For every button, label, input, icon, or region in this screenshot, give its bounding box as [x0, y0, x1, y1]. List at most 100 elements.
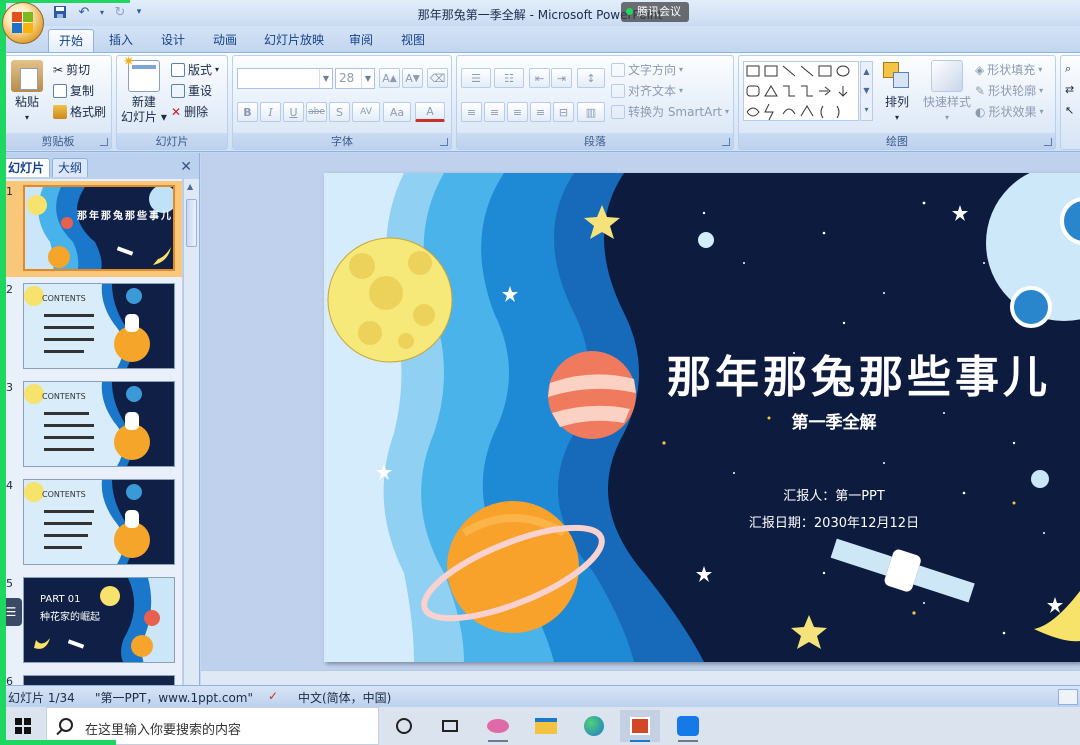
theme-name[interactable]: "第一PPT，www.1ppt.com"	[95, 689, 253, 706]
align-center-icon[interactable]: ≡	[484, 102, 505, 122]
arrange-button[interactable]: 排列 ▾	[879, 60, 915, 125]
align-text-button[interactable]: 对齐文本 ▾	[611, 82, 683, 99]
distribute-icon[interactable]: ⊟	[553, 102, 574, 122]
new-slide-button[interactable]: ✷ 新建 幻灯片 ▾	[121, 55, 167, 125]
close-icon[interactable]: ✕	[180, 159, 192, 175]
paste-button[interactable]: 粘贴 ▾	[11, 60, 43, 125]
spellcheck-icon[interactable]: ✓	[268, 689, 278, 703]
gallery-scroll[interactable]: ▲ ▼ ▾	[860, 61, 873, 121]
tab-animations[interactable]: 动画	[203, 29, 247, 52]
slide-date[interactable]: 汇报日期：2030年12月12日	[654, 512, 1014, 531]
clipboard-launcher-icon[interactable]	[100, 138, 108, 146]
justify-icon[interactable]: ≡	[530, 102, 551, 122]
columns-icon[interactable]: ▥	[577, 102, 605, 122]
file-explorer-icon[interactable]	[526, 710, 566, 742]
app-icon[interactable]	[478, 710, 518, 742]
slide-subtitle[interactable]: 第一季全解	[654, 408, 1014, 433]
search-placeholder: 在这里输入你要搜索的内容	[85, 723, 242, 738]
tab-slideshow[interactable]: 幻灯片放映	[254, 29, 334, 52]
change-case-button[interactable]: Aa	[383, 102, 411, 122]
tencent-meeting-icon[interactable]	[668, 710, 708, 742]
slide-thumbnail[interactable]: CONTENTS	[23, 381, 175, 467]
meeting-badge[interactable]: 腾讯会议	[621, 2, 689, 22]
replace-icon[interactable]: ⇄	[1065, 83, 1074, 96]
chevron-down-icon[interactable]: ▼	[361, 69, 374, 88]
office-button[interactable]	[2, 2, 44, 44]
tab-home[interactable]: 开始	[48, 29, 95, 52]
find-icon[interactable]: ⌕	[1065, 62, 1071, 76]
scrollbar-thumb[interactable]	[186, 199, 197, 247]
slide-title[interactable]: 那年那兔那些事儿	[624, 341, 1080, 405]
layout-button[interactable]: 版式 ▾	[171, 61, 219, 78]
align-left-icon[interactable]: ≡	[461, 102, 482, 122]
thumbnail-title: CONTENTS	[42, 490, 86, 499]
copy-button[interactable]: 复制	[53, 82, 94, 99]
edge-icon[interactable]	[574, 710, 614, 742]
format-painter-button[interactable]: 格式刷	[53, 103, 106, 120]
shape-outline-button[interactable]: ✎ 形状轮廓 ▾	[975, 82, 1043, 99]
align-right-icon[interactable]: ≡	[507, 102, 528, 122]
reset-button[interactable]: 重设	[171, 82, 212, 99]
clear-format-icon[interactable]: ⌫	[427, 68, 448, 88]
italic-button[interactable]: I	[260, 102, 281, 122]
chevron-down-icon[interactable]: ▼	[319, 69, 332, 88]
task-view-icon[interactable]	[430, 710, 470, 742]
quick-styles-button[interactable]: 快速样式 ▾	[919, 60, 975, 125]
thumbnail-item-2[interactable]: 2 CONTENTS	[0, 279, 182, 375]
cut-button[interactable]: ✂ 剪切	[53, 61, 90, 78]
select-icon[interactable]: ↖	[1065, 104, 1074, 117]
underline-button[interactable]: U	[283, 102, 304, 122]
slide-reporter[interactable]: 汇报人：第一PPT	[654, 485, 1014, 504]
bold-button[interactable]: B	[237, 102, 258, 122]
paragraph-launcher-icon[interactable]	[722, 138, 730, 146]
text-direction-button[interactable]: 文字方向 ▾	[611, 61, 683, 78]
thumbnail-item-5[interactable]: 5 PART 01 种花家的崛起	[0, 573, 182, 669]
smartart-button[interactable]: 转换为 SmartArt ▾	[611, 103, 729, 120]
cortana-icon[interactable]	[384, 710, 424, 742]
powerpoint-icon[interactable]	[620, 710, 660, 742]
view-normal-icon[interactable]	[1058, 689, 1078, 705]
scroll-up-icon[interactable]: ▲	[187, 182, 193, 191]
slide-thumbnail[interactable]: CONTENTS	[23, 479, 175, 565]
list-toggle-icon[interactable]: ☰	[0, 598, 22, 626]
delete-slide-button[interactable]: ✕ 删除	[171, 103, 208, 120]
shape-effects-button[interactable]: ◐ 形状效果 ▾	[975, 103, 1044, 120]
font-color-button[interactable]: A	[415, 102, 445, 122]
thumbnail-item-1[interactable]: 1 那年那兔那些事儿	[0, 181, 182, 277]
slide-thumbnail[interactable]	[23, 675, 175, 685]
decrease-indent-icon[interactable]: ⇤	[529, 68, 550, 88]
horizontal-scrollbar[interactable]	[201, 670, 1080, 685]
shadow-button[interactable]: S	[329, 102, 350, 122]
current-slide[interactable]: 那年那兔那些事儿 第一季全解 汇报人：第一PPT 汇报日期：2030年12月12…	[324, 173, 1080, 662]
font-launcher-icon[interactable]	[440, 138, 448, 146]
tab-view[interactable]: 视图	[391, 29, 435, 52]
bullets-icon[interactable]: ☰	[461, 68, 491, 88]
font-name-combo[interactable]: ▼	[237, 68, 333, 89]
thumbnail-item-4[interactable]: 4 CONTENTS	[0, 475, 182, 571]
language-indicator[interactable]: 中文(简体，中国)	[298, 689, 391, 706]
thumbnail-scrollbar[interactable]: ▲	[183, 179, 199, 685]
thumbnail-list[interactable]: 1 那年那兔那些事儿 2 CONTENTS 3 CONTENTS 4 CONTE…	[0, 179, 182, 685]
shape-fill-button[interactable]: ◈ 形状填充 ▾	[975, 61, 1042, 78]
slide-thumbnail[interactable]: 那年那兔那些事儿	[23, 185, 175, 271]
strikethrough-button[interactable]: abe	[306, 102, 327, 122]
tab-design[interactable]: 设计	[151, 29, 195, 52]
tab-review[interactable]: 审阅	[339, 29, 383, 52]
shapes-gallery[interactable]	[743, 61, 859, 121]
grow-font-icon[interactable]: A ▲	[379, 68, 400, 88]
char-spacing-button[interactable]: AV	[352, 102, 380, 122]
tab-outline[interactable]: 大纲	[52, 158, 89, 177]
arrange-icon	[881, 60, 913, 92]
increase-indent-icon[interactable]: ⇥	[551, 68, 572, 88]
font-size-combo[interactable]: 28 ▼	[335, 68, 375, 89]
slide-thumbnail[interactable]: PART 01 种花家的崛起	[23, 577, 175, 663]
thumbnail-item-3[interactable]: 3 CONTENTS	[0, 377, 182, 473]
thumbnail-item-6[interactable]: 6	[0, 671, 182, 685]
line-spacing-icon[interactable]: ↕	[577, 68, 605, 88]
slide-thumbnail[interactable]: CONTENTS	[23, 283, 175, 369]
shrink-font-icon[interactable]: A ▼	[402, 68, 423, 88]
tab-insert[interactable]: 插入	[99, 29, 143, 52]
numbering-icon[interactable]: ☷	[494, 68, 524, 88]
drawing-launcher-icon[interactable]	[1044, 138, 1052, 146]
tab-slides[interactable]: 幻灯片	[2, 158, 51, 177]
